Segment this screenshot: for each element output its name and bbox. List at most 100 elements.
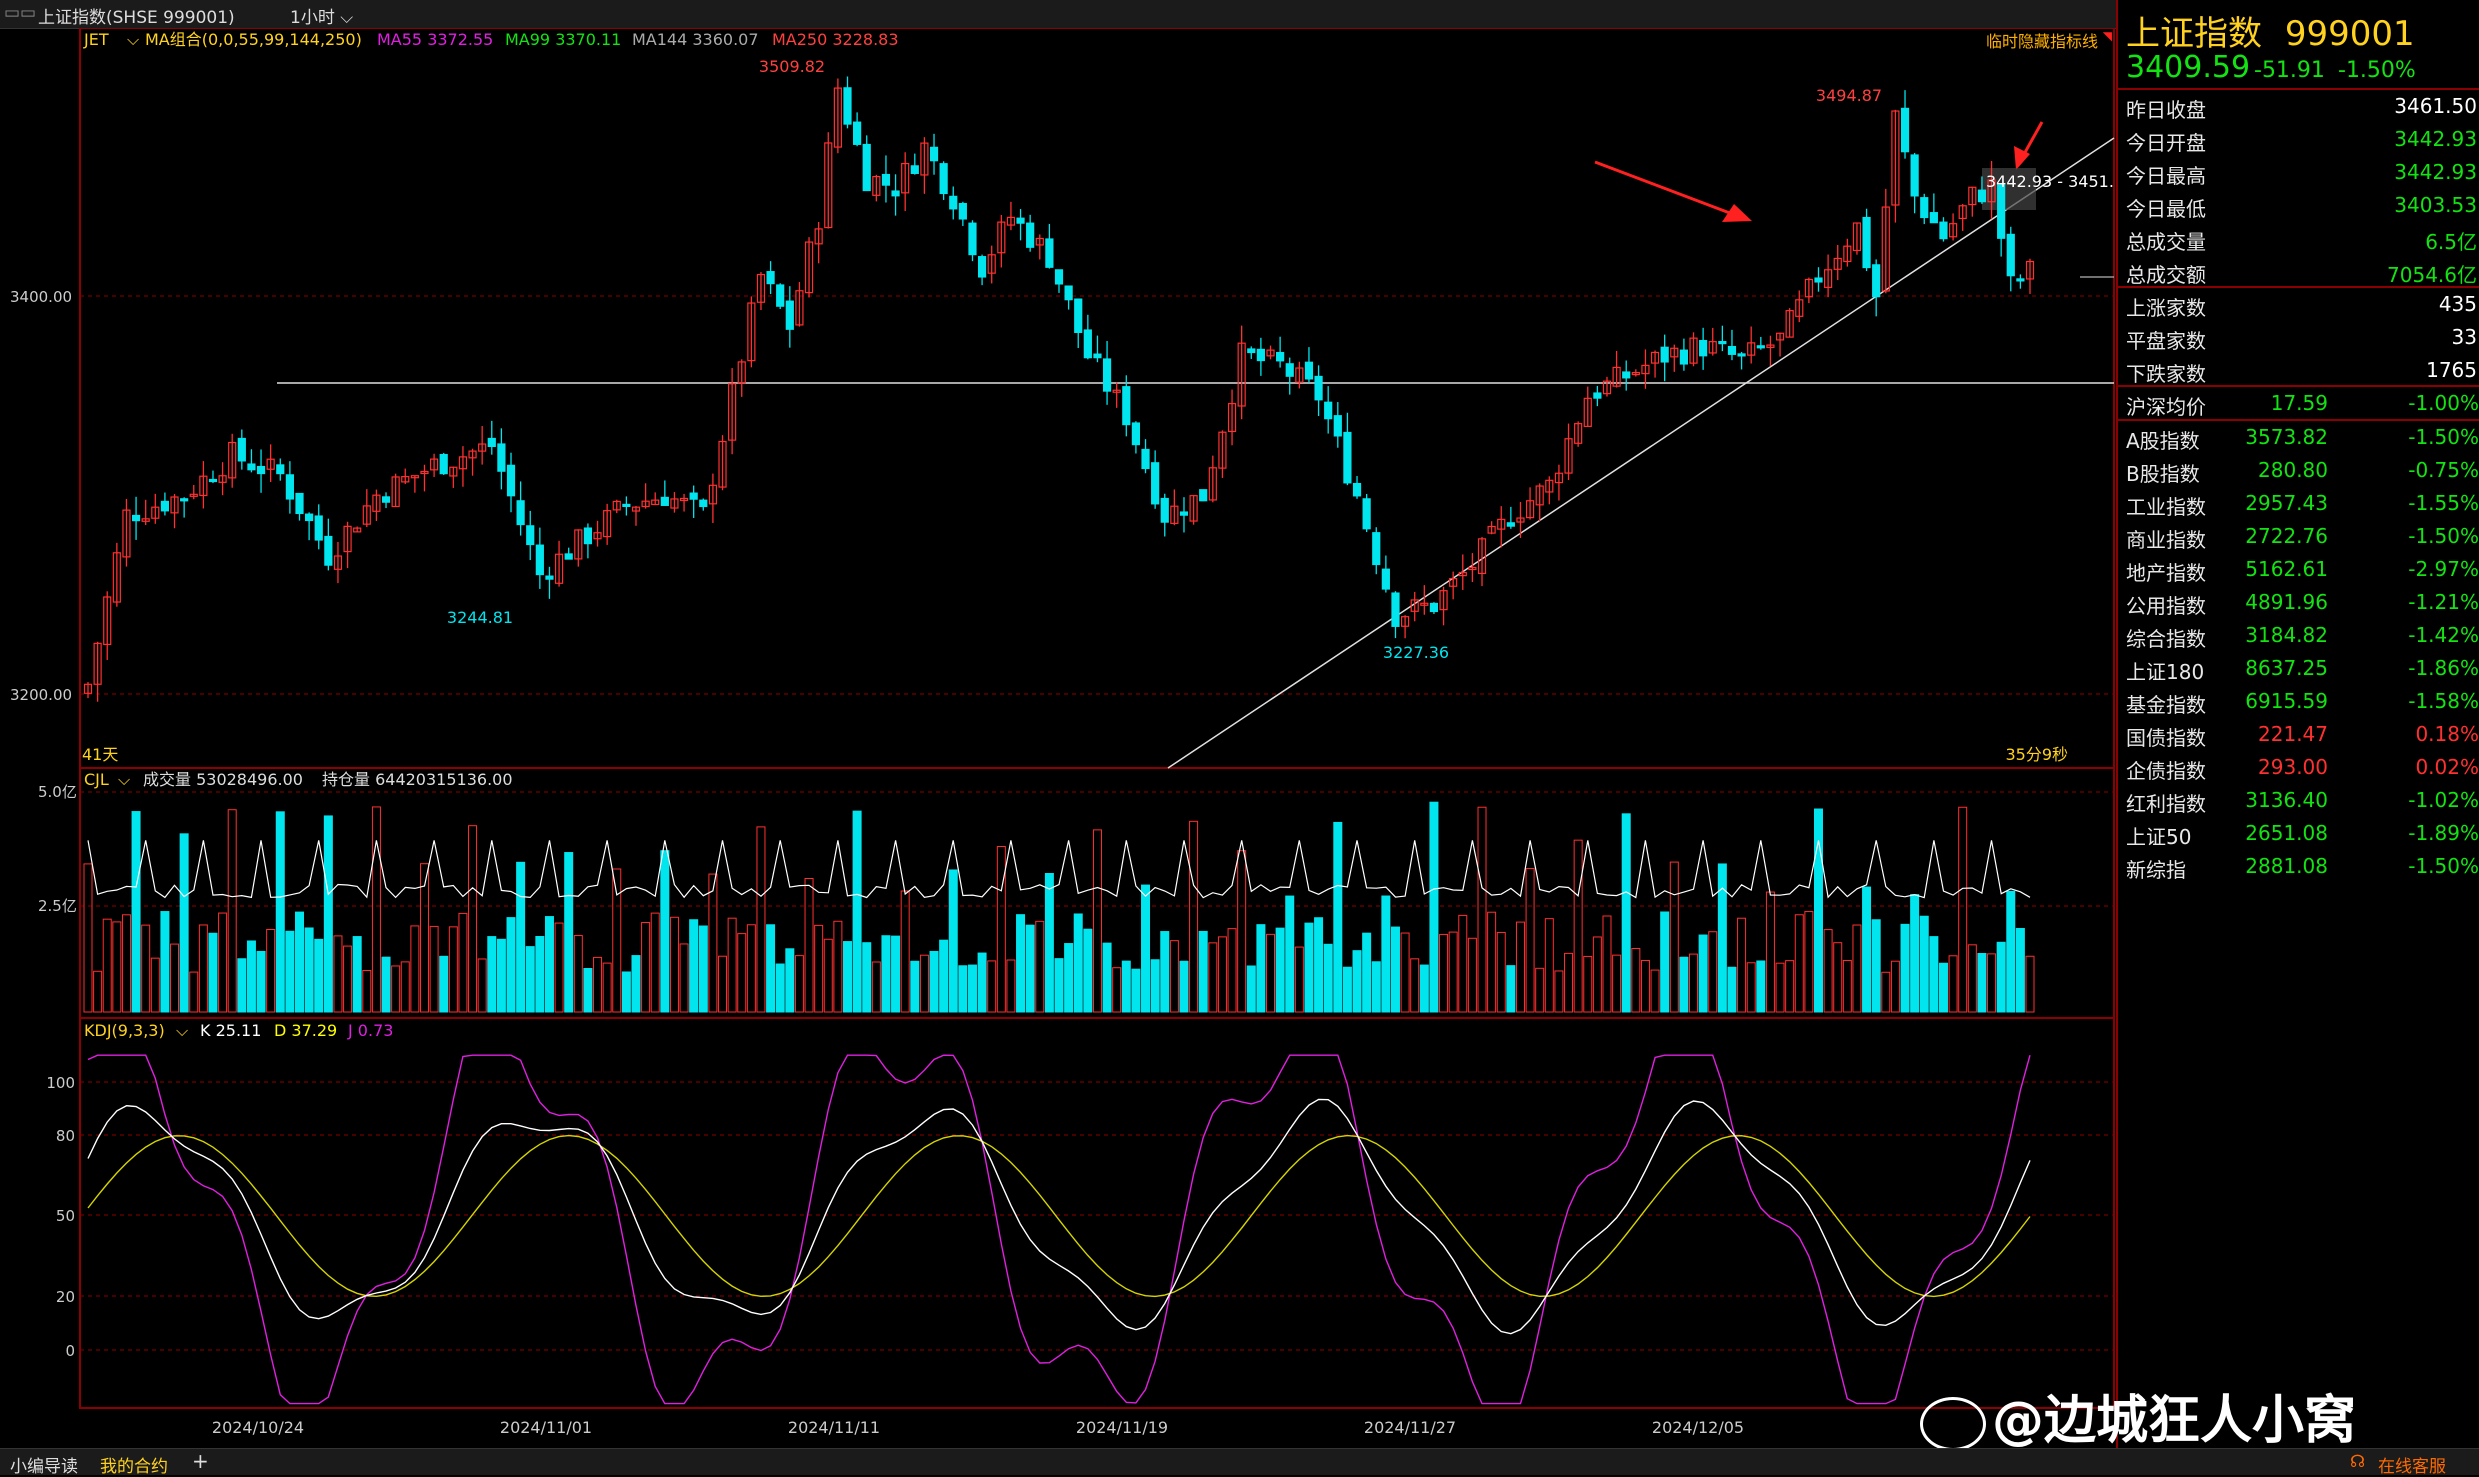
volume-bar: [948, 869, 958, 1013]
volume-bar: [766, 924, 776, 1013]
stat-row-value: 6.5亿: [2425, 230, 2477, 254]
candle-body: [1756, 345, 1765, 349]
index-row[interactable]: 基金指数 6915.59 -1.58%: [2118, 684, 2479, 717]
volume-bar: [208, 932, 218, 1013]
candle-body: [776, 284, 785, 307]
tab-editor-guide[interactable]: 小编导读: [10, 1452, 78, 1477]
volume-bar: [218, 912, 228, 1013]
trend-line[interactable]: [1167, 137, 2115, 769]
volume-bar: [439, 955, 449, 1013]
volume-bar: [1612, 954, 1622, 1013]
volume-bars: [83, 801, 2035, 1013]
candle-body: [1939, 221, 1948, 240]
candle-body: [247, 463, 256, 471]
volume-bar: [1785, 960, 1795, 1013]
index-row[interactable]: B股指数 280.80 -0.75%: [2118, 453, 2479, 486]
countdown-label: 35分9秒: [2005, 745, 2068, 764]
bottom-bar: 小编导读 我的合约 + ☊ 在线客服: [0, 1448, 2479, 1477]
volume-bar: [227, 809, 237, 1013]
last-price: 3409.59: [2126, 50, 2251, 85]
volume-bar: [362, 969, 372, 1013]
volume-bar: [2015, 927, 2025, 1013]
period-selector[interactable]: 1小时 ⌵: [290, 3, 353, 28]
index-row[interactable]: 新综指 2881.08 -1.50%: [2118, 849, 2479, 882]
volume-bar: [1371, 961, 1381, 1013]
candle-body: [1074, 298, 1083, 334]
candle-body: [699, 499, 708, 508]
volume-bar: [1727, 966, 1737, 1013]
candle-body: [660, 496, 669, 506]
quote-title: 上证指数 999001: [2126, 6, 2415, 55]
volume-bar: [1169, 940, 1179, 1013]
candle-body: [939, 163, 948, 195]
candle-body: [891, 190, 900, 197]
candlesticks: [83, 76, 2035, 702]
index-row[interactable]: A股指数 3573.82 -1.50%: [2118, 420, 2479, 453]
date-tick: 2024/11/11: [788, 1418, 880, 1437]
index-row[interactable]: 工业指数 2957.43 -1.55%: [2118, 486, 2479, 519]
candle-body: [853, 121, 862, 145]
volume-bar: [1198, 930, 1208, 1013]
chevron-down-icon: ⌵: [340, 8, 354, 28]
candle-body: [256, 465, 266, 475]
index-row-pct: -1.58%: [2408, 689, 2479, 713]
hide-indicator-hint[interactable]: 临时隐藏指标线: [1986, 32, 2098, 51]
window-icon[interactable]: ▭▭: [4, 3, 36, 23]
kdj-k-value: K 25.11: [200, 1021, 261, 1040]
volume-bar: [371, 806, 381, 1013]
annotation-arrow[interactable]: [1594, 160, 1752, 222]
volume-bar: [131, 811, 141, 1013]
kdj-tick: 20: [56, 1288, 75, 1306]
volume-bar: [237, 958, 247, 1013]
candle-body: [237, 437, 246, 462]
index-row[interactable]: 地产指数 5162.61 -2.97%: [2118, 552, 2479, 585]
breadth-row-label: 上涨家数: [2126, 296, 2206, 320]
stat-row: 今日最高 3442.93: [2118, 155, 2479, 188]
add-tab-button[interactable]: +: [192, 1449, 209, 1473]
annotation-arrow[interactable]: [2014, 121, 2044, 170]
index-row[interactable]: 商业指数 2722.76 -1.50%: [2118, 519, 2479, 552]
volume-bar: [525, 946, 535, 1013]
kline-chart-area[interactable]: JET ⌵ MA组合(0,0,55,99,144,250) MA55 3372.…: [0, 28, 2115, 1448]
volume-bar: [1890, 960, 1900, 1013]
index-row-pct: -1.55%: [2408, 491, 2479, 515]
index-row-value: 3573.82: [2245, 425, 2328, 449]
index-row[interactable]: 上证180 8637.25 -1.86%: [2118, 651, 2479, 684]
volume-bar: [1208, 942, 1218, 1013]
index-row-label: 企债指数: [2126, 759, 2206, 783]
index-row[interactable]: 企债指数 293.00 0.02%: [2118, 750, 2479, 783]
candle-body: [1151, 462, 1160, 505]
index-row[interactable]: 公用指数 4891.96 -1.21%: [2118, 585, 2479, 618]
volume-bar: [823, 938, 833, 1013]
volume-bar: [1996, 941, 2006, 1013]
volume-bar: [871, 961, 881, 1013]
candle-body: [1593, 392, 1602, 399]
volume-bar: [1554, 970, 1564, 1013]
index-row-pct: -1.21%: [2408, 590, 2479, 614]
index-row[interactable]: 综合指数 3184.82 -1.42%: [2118, 618, 2479, 651]
volume-bar: [554, 922, 564, 1013]
index-row-value: 4891.96: [2245, 590, 2328, 614]
chevron-down-icon: ⌵: [118, 770, 130, 789]
tab-my-contracts[interactable]: 我的合约: [100, 1452, 168, 1477]
index-row[interactable]: 上证50 2651.08 -1.89%: [2118, 816, 2479, 849]
index-row-value: 8637.25: [2245, 656, 2328, 680]
volume-bar: [564, 852, 574, 1013]
volume-bar: [1842, 959, 1852, 1013]
volume-bar: [2006, 890, 2016, 1013]
candle-body: [958, 202, 967, 220]
index-row-value: 3184.82: [2245, 623, 2328, 647]
candle-body: [1343, 431, 1352, 484]
breadth-row-label: 平盘家数: [2126, 329, 2206, 353]
volume-bar: [785, 948, 795, 1013]
volume-bar: [1016, 914, 1026, 1013]
index-row[interactable]: 红利指数 3136.40 -1.02%: [2118, 783, 2479, 816]
index-row[interactable]: 国债指数 221.47 0.18%: [2118, 717, 2479, 750]
volume-bar: [1621, 813, 1631, 1013]
index-row-pct: -1.02%: [2408, 788, 2479, 812]
kdj-tick: 50: [56, 1207, 75, 1225]
breadth-row-value: 435: [2438, 292, 2477, 316]
candle-body: [497, 443, 506, 472]
online-service-link[interactable]: 在线客服: [2378, 1452, 2446, 1477]
candle-body: [285, 474, 294, 500]
